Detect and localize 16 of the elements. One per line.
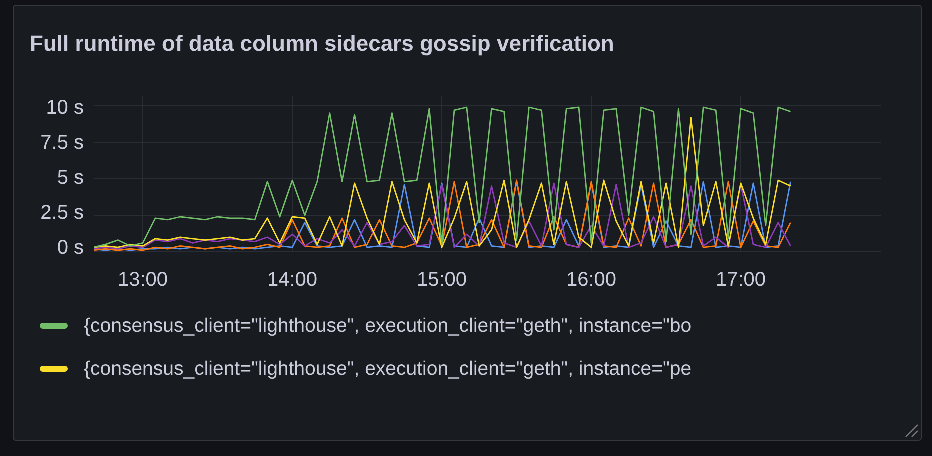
panel-title: Full runtime of data column sidecars gossip verification — [29, 30, 614, 58]
legend-swatch[interactable] — [40, 323, 68, 329]
axis-label: 7.5 s — [40, 131, 84, 155]
axis-label: 10 s — [46, 96, 84, 120]
axis-label: 15:00 — [416, 268, 468, 292]
axis-label: 5 s — [57, 166, 84, 190]
axis-label: 14:00 — [266, 268, 319, 292]
legend-swatch[interactable] — [40, 366, 68, 372]
resize-handle-icon[interactable] — [905, 424, 919, 438]
axis-label: 2.5 s — [40, 201, 84, 225]
axis-label: 17:00 — [714, 268, 768, 292]
legend-label[interactable]: {consensus_client="lighthouse", execution_client="geth", instance="bo — [84, 314, 692, 338]
axis-label: 0 s — [57, 236, 84, 260]
axis-label: 13:00 — [116, 268, 170, 292]
legend-label[interactable]: {consensus_client="lighthouse", execution_client="geth", instance="pe — [84, 357, 692, 381]
axis-label: 16:00 — [565, 268, 618, 292]
